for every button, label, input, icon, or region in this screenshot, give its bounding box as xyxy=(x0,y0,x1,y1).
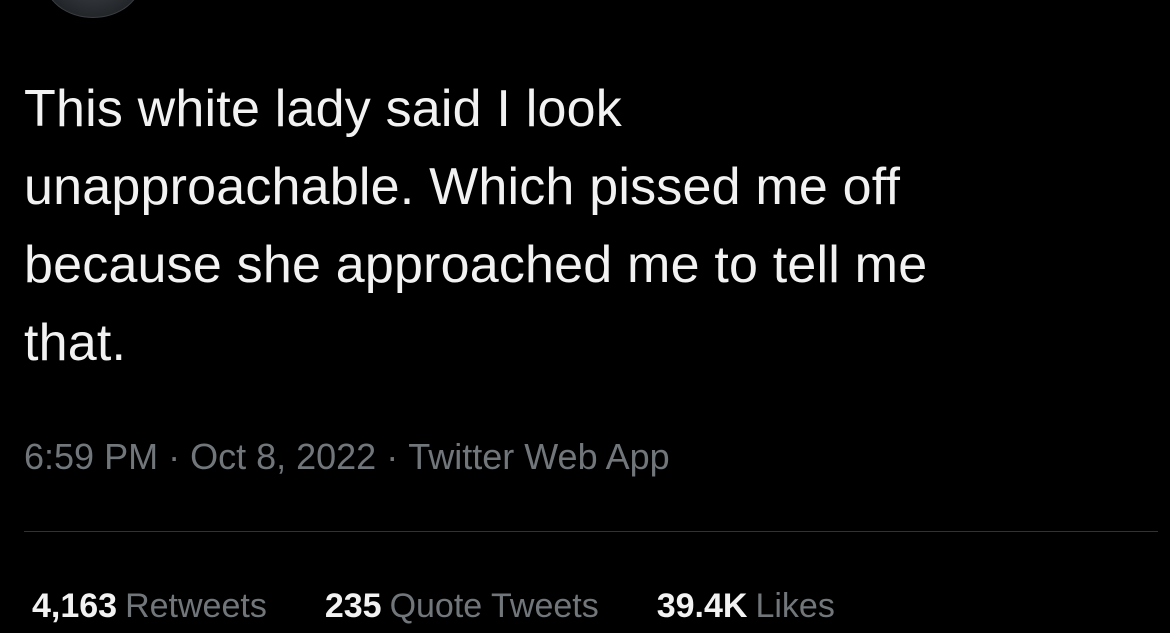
avatar[interactable] xyxy=(44,0,142,18)
retweets-label: Retweets xyxy=(125,587,267,625)
likes-label: Likes xyxy=(755,587,835,625)
retweets-count: 4,163 xyxy=(32,587,118,625)
tweet-date[interactable]: Oct 8, 2022 xyxy=(190,436,376,477)
divider xyxy=(24,531,1158,532)
tweet-metadata: 6:59 PM · Oct 8, 2022 · Twitter Web App xyxy=(24,432,670,482)
meta-separator: · xyxy=(386,436,399,477)
tweet-source-link[interactable]: Twitter Web App xyxy=(408,436,669,477)
meta-separator: · xyxy=(168,436,181,477)
likes-count: 39.4K xyxy=(656,587,748,625)
quote-tweets-count: 235 xyxy=(324,587,382,625)
tweet-stats: 4,163 Retweets 235 Quote Tweets 39.4K Li… xyxy=(32,582,835,630)
quote-tweets-label: Quote Tweets xyxy=(389,587,599,625)
quote-tweets-stat[interactable]: 235 Quote Tweets xyxy=(325,582,599,630)
tweet-text: This white lady said I look unapproachab… xyxy=(24,80,928,372)
likes-stat[interactable]: 39.4K Likes xyxy=(657,582,835,630)
tweet-time[interactable]: 6:59 PM xyxy=(24,436,158,477)
retweets-stat[interactable]: 4,163 Retweets xyxy=(32,582,267,630)
